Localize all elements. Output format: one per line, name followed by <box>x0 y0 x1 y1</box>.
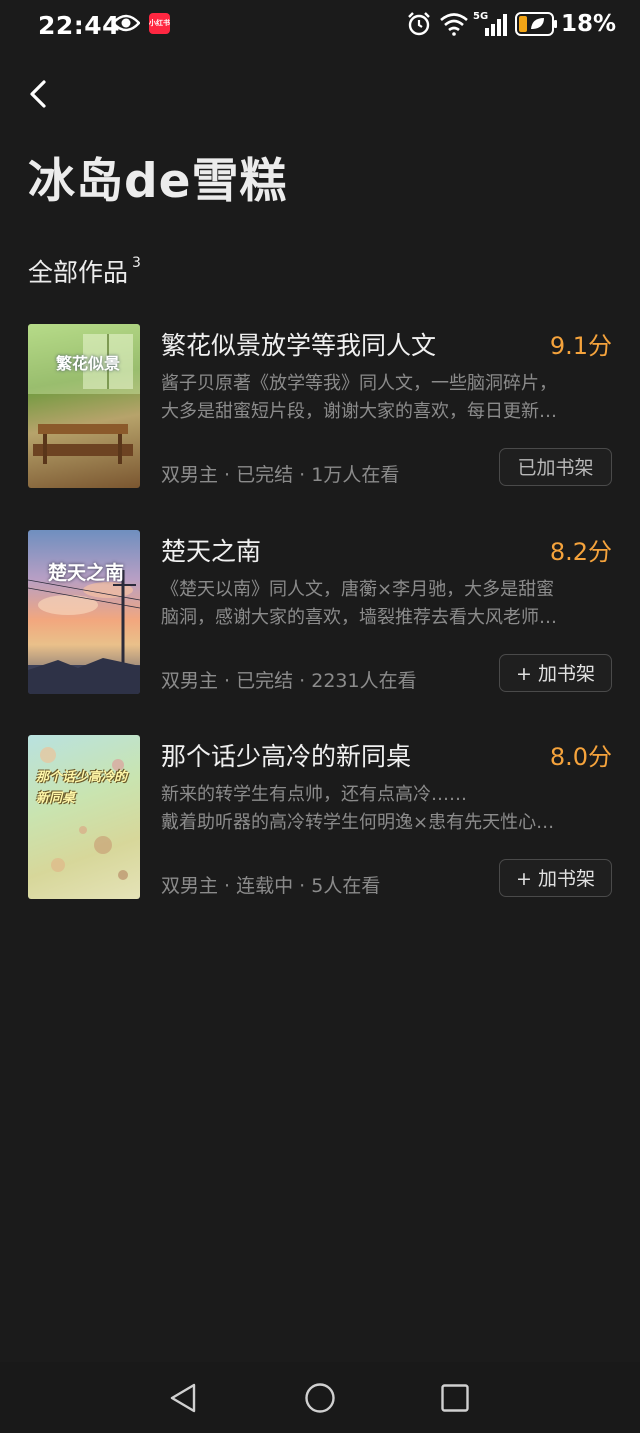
system-nav-bar <box>0 1362 640 1433</box>
section-heading: 全部作品 3 <box>28 253 141 289</box>
book-meta: 双男主 · 已完结 · 1万人在看 <box>161 464 400 486</box>
app-badge-icon: 小红书 <box>149 13 170 34</box>
cover-illustration <box>40 747 128 880</box>
network-type: 5G <box>473 11 488 22</box>
book-title[interactable]: 那个话少高冷的新同桌 <box>161 737 411 773</box>
section-title: 全部作品 <box>28 258 129 287</box>
book-meta: 双男主 · 连载中 · 5人在看 <box>161 875 381 897</box>
eye-icon <box>112 14 140 32</box>
book-title[interactable]: 楚天之南 <box>161 532 261 568</box>
book-item[interactable]: 楚天之南 楚天之南 8.2分 《楚天以南》同人文，唐蘅×李月驰，大多是甜蜜 脑洞… <box>28 530 612 696</box>
book-description-line: 酱子贝原著《放学等我》同人文，一些脑洞碎片， <box>161 373 557 394</box>
back-arrow-icon[interactable] <box>24 76 58 112</box>
book-description-line: 大多是甜蜜短片段，谢谢大家的喜欢，每日更新… <box>161 401 557 422</box>
book-description-line: 《楚天以南》同人文，唐蘅×李月驰，大多是甜蜜 <box>161 579 555 600</box>
status-bar: 22:44 小红书 5G 18% <box>0 0 640 52</box>
add-to-shelf-button[interactable]: + 加书架 <box>499 859 612 897</box>
section-count: 3 <box>132 255 141 271</box>
add-to-shelf-button[interactable]: + 加书架 <box>499 654 612 692</box>
clock: 22:44 <box>38 11 121 40</box>
book-cover[interactable]: 那个话少高冷的新同桌 <box>28 735 140 899</box>
battery-percent: 18% <box>561 11 617 37</box>
book-meta: 双男主 · 已完结 · 2231人在看 <box>161 670 417 692</box>
page-title: 冰岛de雪糕 <box>28 154 288 209</box>
nav-home-icon[interactable] <box>304 1382 336 1414</box>
nav-recents-icon[interactable] <box>440 1382 470 1414</box>
added-to-shelf-button[interactable]: 已加书架 <box>499 448 612 486</box>
book-description-line: 新来的转学生有点帅，还有点高冷…… <box>161 784 467 805</box>
wifi-icon <box>440 13 468 36</box>
book-score: 8.2分 <box>549 538 612 566</box>
cover-title: 楚天之南 <box>48 562 125 584</box>
book-score: 9.1分 <box>549 332 612 360</box>
cover-illustration <box>28 570 140 694</box>
cover-title: 繁花似景 <box>56 354 121 373</box>
book-item[interactable]: 那个话少高冷的新同桌 那个话少高冷的新同桌 8.0分 新来的转学生有点帅，还有点… <box>28 735 612 901</box>
cover-illustration <box>28 324 140 464</box>
signal-icon: 5G <box>473 11 507 36</box>
book-description-line: 戴着助听器的高冷转学生何明逸×患有先天性心… <box>161 812 555 833</box>
book-description: 酱子贝原著《放学等我》同人文，一些脑洞碎片， 大多是甜蜜短片段，谢谢大家的喜欢，… <box>161 370 605 426</box>
book-description-line: 脑洞，感谢大家的喜欢，墙裂推荐去看大风老师… <box>161 607 557 628</box>
book-title[interactable]: 繁花似景放学等我同人文 <box>161 326 436 362</box>
alarm-icon <box>408 12 430 36</box>
battery-icon <box>515 12 557 36</box>
book-item[interactable]: 繁花似景 繁花似景放学等我同人文 9.1分 酱子贝原著《放学等我》同人文，一些脑… <box>28 324 612 490</box>
book-score: 8.0分 <box>549 743 612 771</box>
book-cover[interactable]: 楚天之南 <box>28 530 140 694</box>
cover-title: 那个话少高冷的新同桌 <box>36 770 128 806</box>
book-description: 《楚天以南》同人文，唐蘅×李月驰，大多是甜蜜 脑洞，感谢大家的喜欢，墙裂推荐去看… <box>161 576 605 632</box>
nav-back-icon[interactable] <box>168 1382 198 1414</box>
book-cover[interactable]: 繁花似景 <box>28 324 140 488</box>
book-description: 新来的转学生有点帅，还有点高冷…… 戴着助听器的高冷转学生何明逸×患有先天性心… <box>161 781 605 837</box>
